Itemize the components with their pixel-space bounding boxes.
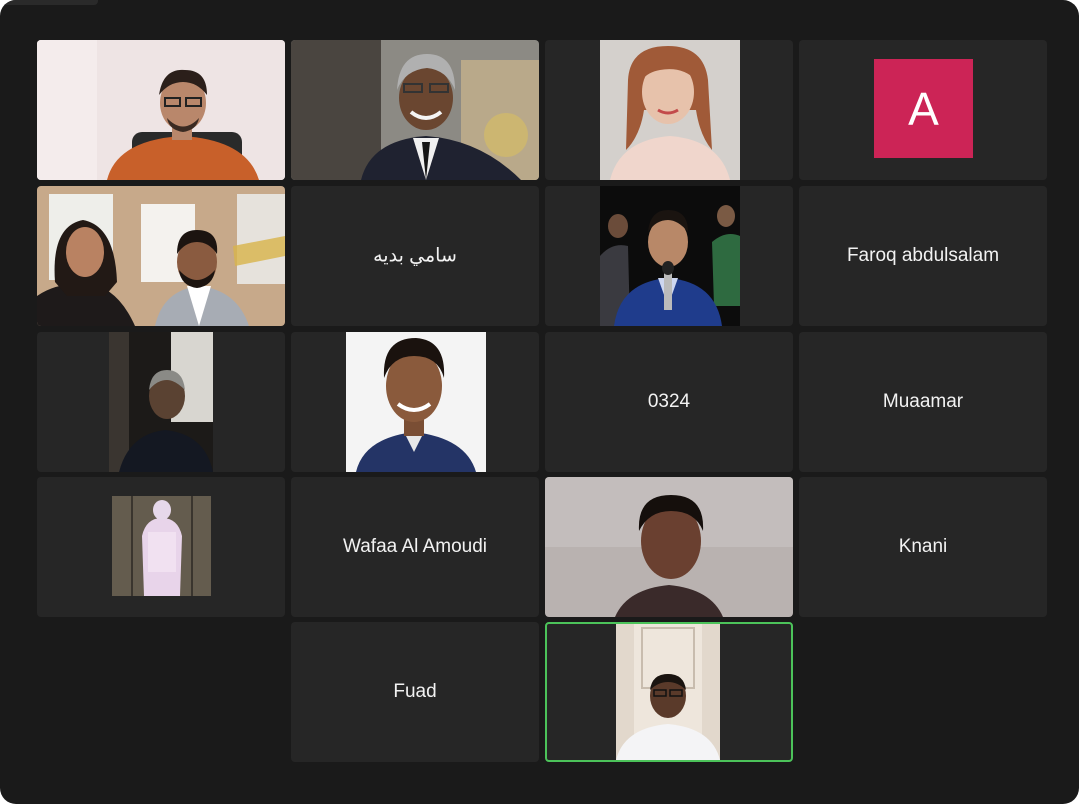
participant-tile-6[interactable]: سامي بديه [291, 186, 539, 326]
participant-video-9 [109, 332, 213, 472]
participant-tile-1[interactable] [37, 40, 285, 180]
participant-name: Faroq abdulsalam [846, 245, 1000, 266]
participant-name: Fuad [393, 681, 437, 702]
participant-tile-14[interactable]: Wafaa Al Amoudi [291, 477, 539, 617]
participant-tile-13[interactable] [37, 477, 285, 617]
participant-tile-8[interactable]: Faroq abdulsalam [799, 186, 1047, 326]
participant-name: سامي بديه [373, 245, 457, 267]
participant-tile-12[interactable]: Muaamar [799, 332, 1047, 472]
participant-video-2 [291, 40, 539, 180]
participant-video-18 [616, 624, 720, 760]
participant-tile-2[interactable] [291, 40, 539, 180]
participant-name: Knani [898, 536, 948, 557]
participant-video-1 [37, 40, 285, 180]
meeting-window: A سامي بديه Faroq abdulsalam 0324 Muaama… [0, 0, 1079, 804]
participant-tile-10[interactable] [291, 332, 539, 472]
participant-video-3 [600, 40, 740, 180]
participant-video-15 [545, 477, 793, 617]
participant-tile-7[interactable] [545, 186, 793, 326]
participant-tile-18-active-speaker[interactable] [545, 622, 793, 762]
participant-tile-4[interactable]: A [799, 40, 1047, 180]
participant-name: Wafaa Al Amoudi [343, 536, 487, 557]
participant-video-13 [112, 496, 211, 596]
participant-tile-11[interactable]: 0324 [545, 332, 793, 472]
participant-video-10 [346, 332, 486, 472]
participant-tile-15[interactable] [545, 477, 793, 617]
participant-tile-9[interactable] [37, 332, 285, 472]
participant-avatar: A [874, 59, 973, 158]
window-corner-tab [0, 0, 98, 5]
participant-tile-17[interactable]: Fuad [291, 622, 539, 762]
participant-video-5 [37, 186, 285, 326]
participant-tile-16[interactable]: Knani [799, 477, 1047, 617]
participant-video-7 [600, 186, 740, 326]
participant-tile-3[interactable] [545, 40, 793, 180]
participant-name: 0324 [647, 391, 691, 412]
participant-name: Muaamar [882, 391, 964, 412]
participant-tile-5[interactable] [37, 186, 285, 326]
